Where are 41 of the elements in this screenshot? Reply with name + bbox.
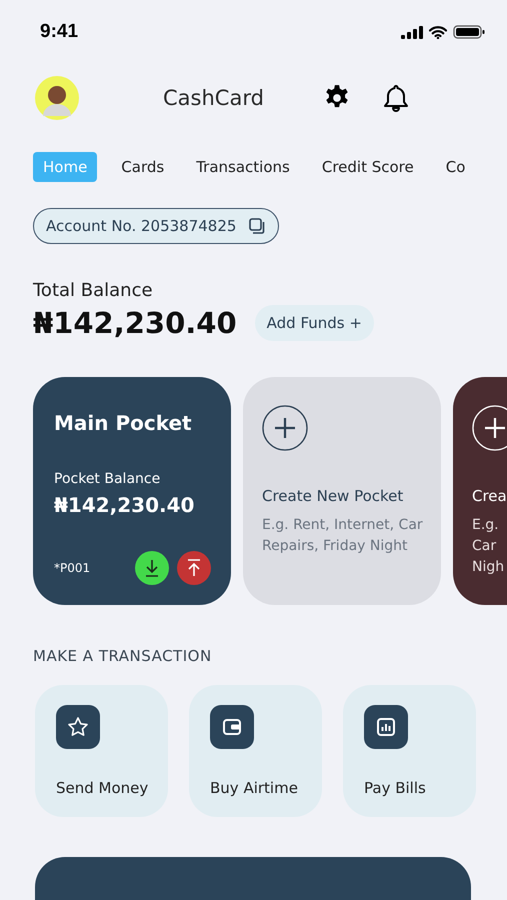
- avatar[interactable]: [35, 76, 79, 120]
- plus-icon: [472, 405, 507, 451]
- nav-tab[interactable]: Cards: [113, 152, 172, 182]
- upload-icon[interactable]: [177, 551, 211, 585]
- new-pocket-card[interactable]: Crea E.g. Car Nigh: [453, 377, 507, 605]
- transaction-label: Pay Bills: [364, 779, 426, 797]
- transaction-tile[interactable]: Buy Airtime: [189, 685, 322, 817]
- account-number-pill[interactable]: Account No. 2053874825: [33, 208, 280, 244]
- pocket-description: E.g. Car Nigh: [472, 516, 502, 577]
- copy-icon[interactable]: [248, 217, 266, 235]
- pocket-title: Crea: [472, 487, 507, 505]
- plus-icon: [262, 405, 308, 451]
- transaction-tile[interactable]: Send Money: [35, 685, 168, 817]
- pocket-title: Create New Pocket: [262, 487, 404, 505]
- app-title: CashCard: [163, 86, 265, 110]
- nav-tab[interactable]: Credit Score: [314, 152, 422, 182]
- notification-bell-icon[interactable]: [383, 84, 409, 112]
- transaction-tile[interactable]: Pay Bills: [343, 685, 476, 817]
- wifi-icon: [429, 26, 447, 38]
- pocket-balance-label: Pocket Balance: [54, 471, 162, 487]
- pocket-card[interactable]: Main Pocket Pocket Balance ₦142,230.40 *P001: [33, 377, 231, 605]
- wallet-icon: [210, 705, 254, 749]
- new-pocket-card[interactable]: Create New Pocket E.g. Rent, Internet, Car Repairs, Friday Night: [243, 377, 441, 605]
- transaction-label: Buy Airtime: [210, 779, 298, 797]
- status-time: 9:41: [40, 21, 78, 43]
- battery-icon: [453, 25, 485, 39]
- section-heading: MAKE A TRANSACTION: [33, 647, 213, 665]
- account-number: Account No. 2053874825: [46, 217, 236, 235]
- balance-label: Total Balance: [33, 280, 154, 301]
- pocket-title: Main Pocket: [54, 411, 193, 435]
- bar-chart-icon: [364, 705, 408, 749]
- download-icon[interactable]: [135, 551, 169, 585]
- balance-amount: ₦142,230.40: [33, 306, 237, 340]
- nav-tab[interactable]: Transactions: [188, 152, 298, 182]
- transaction-label: Send Money: [56, 779, 148, 797]
- pocket-code: *P001: [54, 561, 90, 575]
- pocket-balance: ₦142,230.40: [54, 493, 196, 517]
- pocket-description: E.g. Rent, Internet, Car Repairs, Friday Night: [262, 516, 424, 556]
- add-funds-button[interactable]: Add Funds +: [254, 305, 374, 341]
- signal-icon: [401, 26, 423, 38]
- nav-tab[interactable]: Co: [438, 152, 474, 182]
